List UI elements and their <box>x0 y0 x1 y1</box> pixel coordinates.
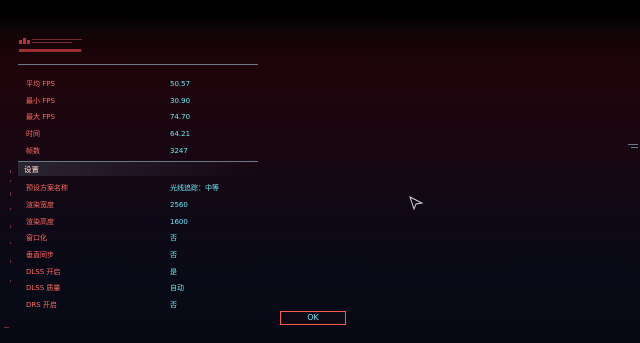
right-edge-decoration-icon <box>628 144 638 148</box>
stat-label: 最小 FPS <box>26 97 55 105</box>
stat-value: 64.21 <box>170 130 191 138</box>
setting-row-vsync: 垂直同步 否 <box>26 249 258 261</box>
stat-value: 3247 <box>170 147 188 155</box>
setting-value: 否 <box>170 251 177 259</box>
stat-label: 平均 FPS <box>26 80 55 88</box>
setting-label: 预设方案名称 <box>26 184 68 192</box>
setting-label: 渲染宽度 <box>26 201 54 209</box>
setting-label: 垂直同步 <box>26 251 54 259</box>
setting-row-drs-enabled: DRS 开启 否 <box>26 299 258 311</box>
setting-row-preset: 预设方案名称 光线追踪：中等 <box>26 182 258 194</box>
setting-value: 1600 <box>170 218 188 226</box>
setting-value: 2560 <box>170 201 188 209</box>
setting-row-render-width: 渲染宽度 2560 <box>26 199 258 211</box>
stat-row-frames: 帧数 3247 <box>26 145 258 157</box>
setting-label: 渲染高度 <box>26 218 54 226</box>
game-logo-icon <box>19 38 82 52</box>
setting-value: 否 <box>170 234 177 242</box>
setting-value: 是 <box>170 268 177 276</box>
setting-value: 否 <box>170 301 177 309</box>
setting-label: DLSS 开启 <box>26 268 61 276</box>
setting-row-render-height: 渲染高度 1600 <box>26 216 258 228</box>
benchmark-results-panel: 平均 FPS 50.57 最小 FPS 30.90 最大 FPS 74.70 时… <box>18 36 258 316</box>
settings-section-header: 设置 <box>18 161 258 176</box>
stat-value: 50.57 <box>170 80 191 88</box>
setting-row-windowed: 窗口化 否 <box>26 232 258 244</box>
setting-label: 窗口化 <box>26 234 47 242</box>
stat-label: 时间 <box>26 130 40 138</box>
stat-row-max-fps: 最大 FPS 74.70 <box>26 111 258 123</box>
stat-label: 最大 FPS <box>26 113 55 121</box>
setting-row-dlss-quality: DLSS 质量 自动 <box>26 282 258 294</box>
top-letterbox-bar <box>0 0 640 18</box>
mouse-cursor-icon <box>409 196 423 210</box>
settings-section-title: 设置 <box>24 165 39 174</box>
stat-row-avg-fps: 平均 FPS 50.57 <box>26 78 258 90</box>
stat-value: 74.70 <box>170 113 191 121</box>
setting-value: 自动 <box>170 284 184 292</box>
corner-decoration-icon <box>4 327 9 328</box>
stat-row-min-fps: 最小 FPS 30.90 <box>26 95 258 107</box>
setting-value: 光线追踪：中等 <box>170 184 219 192</box>
header-divider <box>18 64 258 65</box>
setting-row-dlss-enabled: DLSS 开启 是 <box>26 266 258 278</box>
setting-label: DRS 开启 <box>26 301 57 309</box>
stat-row-time: 时间 64.21 <box>26 128 258 140</box>
stat-label: 帧数 <box>26 147 40 155</box>
setting-label: DLSS 质量 <box>26 284 61 292</box>
side-decoration-icon <box>10 170 11 282</box>
ok-button[interactable]: OK <box>280 311 346 325</box>
stat-value: 30.90 <box>170 97 191 105</box>
